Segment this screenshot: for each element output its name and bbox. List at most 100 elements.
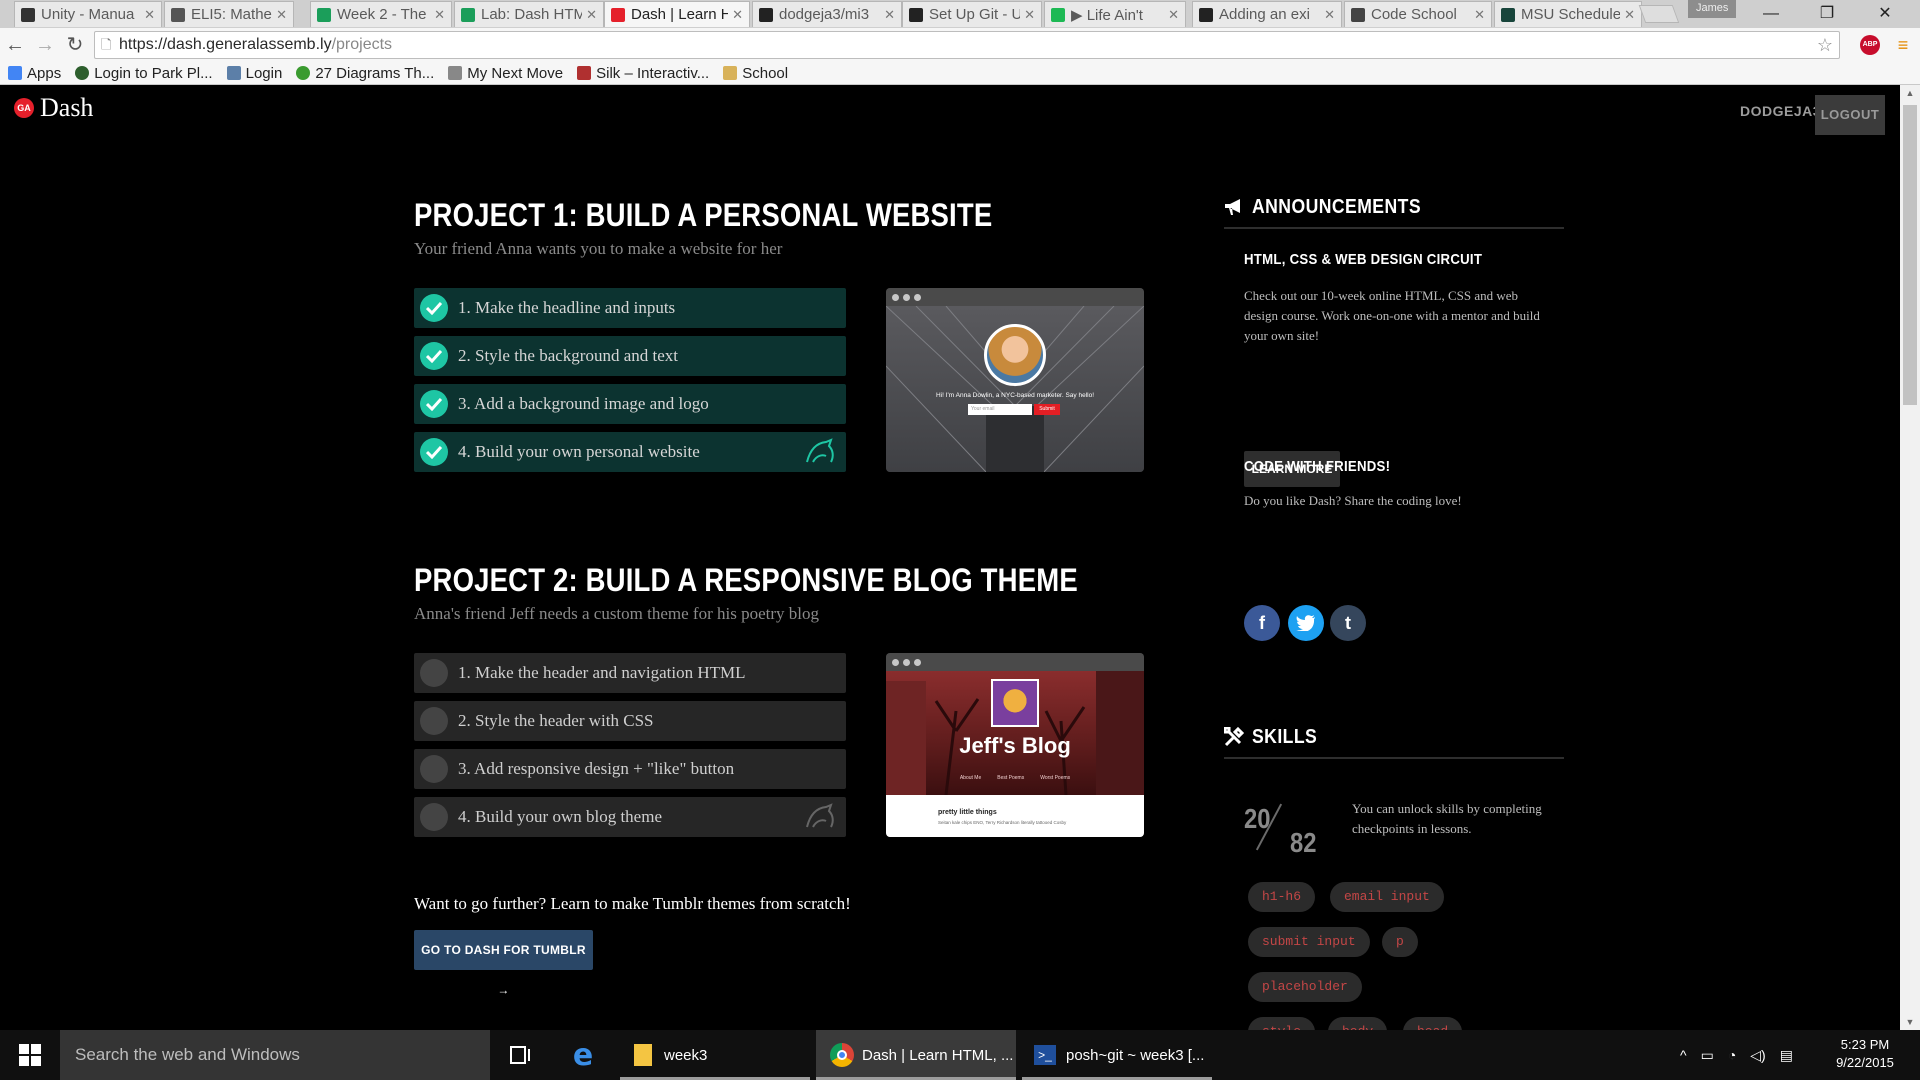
browser-tab[interactable]: dodgeja3/mi3 ✕ [752, 1, 902, 27]
close-icon[interactable]: ✕ [586, 7, 597, 23]
browser-tab-active[interactable]: Dash | Learn H ✕ [604, 1, 750, 27]
project-step[interactable]: 2. Style the background and text [414, 336, 846, 376]
bookmark-favicon [226, 66, 241, 80]
page-info-icon[interactable]: 🗋 [101, 32, 111, 58]
skill-pill[interactable]: p [1382, 927, 1418, 957]
task-view-icon[interactable] [500, 1030, 542, 1080]
bookmark-folder[interactable]: School [723, 65, 788, 82]
bookmark-item[interactable]: Silk – Interactiv... [577, 65, 709, 82]
tab-title: MSU Schedule [1521, 6, 1621, 23]
back-arrow-icon[interactable]: ← [4, 33, 26, 57]
tumblr-share-icon[interactable]: t [1330, 605, 1366, 641]
battery-icon[interactable]: ▭ [1701, 1047, 1714, 1064]
browser-tab[interactable]: ELI5: Mathem✕ [164, 1, 294, 27]
wifi-icon[interactable]: ◔ [1728, 1047, 1736, 1063]
preview-blog-title: Jeff's Blog [959, 733, 1071, 758]
bookmark-item[interactable]: Login [226, 65, 282, 82]
close-icon[interactable]: ✕ [1324, 7, 1335, 23]
browser-tab[interactable]: Code School ✕ [1344, 1, 1492, 27]
browser-tab[interactable]: ▶ Life Ain't ✕ [1044, 1, 1186, 27]
restore-icon[interactable]: ❐ [1804, 0, 1850, 28]
username-link[interactable]: DODGEJA3 [1740, 103, 1821, 119]
close-icon[interactable]: ✕ [732, 7, 743, 23]
browser-tab[interactable]: Lab: Dash HTM ✕ [454, 1, 604, 27]
close-icon[interactable]: ✕ [1474, 7, 1485, 23]
project-step[interactable]: 2. Style the header with CSS [414, 701, 846, 741]
skill-pill[interactable]: h1-h6 [1248, 882, 1316, 912]
bookmark-star-icon[interactable]: ☆ [1817, 32, 1833, 58]
bookmark-item[interactable]: My Next Move [448, 65, 563, 82]
skill-pill[interactable]: placeholder [1248, 972, 1362, 1002]
scroll-up-icon[interactable]: ▲ [1900, 85, 1920, 101]
skill-pill[interactable]: email input [1330, 882, 1444, 912]
skill-pill[interactable]: submit input [1248, 927, 1370, 957]
project-preview-personal-website[interactable]: Hi! I'm Anna Dowlin, a NYC-based markete… [886, 288, 1144, 472]
new-tab-button[interactable] [1638, 5, 1680, 23]
dash-logo[interactable]: GA Dash [14, 93, 93, 123]
browser-tab[interactable]: MSU Schedule ✕ [1494, 1, 1642, 27]
volume-icon[interactable]: ◁) [1750, 1047, 1765, 1064]
tools-icon [1224, 727, 1244, 747]
project-step[interactable]: 4. Build your own blog theme [414, 797, 846, 837]
project-step[interactable]: 3. Add responsive design + "like" button [414, 749, 846, 789]
skill-pill[interactable]: style [1248, 1017, 1316, 1030]
browser-tab[interactable]: Unity - Manua ✕ [14, 1, 162, 27]
chrome-menu-icon[interactable]: ≡ [1894, 35, 1912, 55]
checkmark-icon [420, 342, 448, 370]
close-icon[interactable]: ✕ [144, 7, 155, 23]
browser-tab[interactable]: Set Up Git - U ✕ [902, 1, 1042, 27]
close-icon[interactable]: ✕ [1624, 7, 1635, 23]
logout-button[interactable]: LOGOUT [1815, 95, 1885, 135]
reload-icon[interactable]: ↻ [64, 33, 86, 57]
tab-favicon [759, 7, 773, 22]
step-label: 1. Make the headline and inputs [458, 298, 676, 317]
windows-start-icon[interactable] [0, 1030, 60, 1080]
taskbar-item-explorer[interactable]: week3 [620, 1030, 810, 1080]
close-icon[interactable]: ✕ [884, 7, 895, 23]
close-icon[interactable]: ✕ [276, 7, 287, 23]
close-icon[interactable]: ✕ [1024, 7, 1035, 23]
scroll-down-icon[interactable]: ▼ [1900, 1014, 1920, 1030]
taskbar-search-input[interactable]: Search the web and Windows [60, 1030, 490, 1080]
tab-title: Week 2 - The [337, 6, 427, 23]
skill-pill[interactable]: body [1328, 1017, 1388, 1030]
project-step[interactable]: 1. Make the headline and inputs [414, 288, 846, 328]
taskbar-item-powershell[interactable]: >_ posh~git ~ week3 [... [1022, 1030, 1212, 1080]
facebook-share-icon[interactable]: f [1244, 605, 1280, 641]
project-preview-blog-theme[interactable]: Jeff's Blog About Me Best Poems Worst Po… [886, 653, 1144, 837]
notifications-icon[interactable]: ▤ [1780, 1047, 1793, 1064]
announcements-header: ANNOUNCEMENTS [1224, 187, 1564, 229]
bookmark-item[interactable]: Login to Park Pl... [75, 65, 213, 82]
empty-circle-icon [420, 707, 448, 735]
close-icon[interactable]: ✕ [1168, 7, 1179, 23]
edge-browser-icon[interactable]: e [562, 1030, 604, 1080]
skill-pill[interactable]: head [1403, 1017, 1463, 1030]
profile-button[interactable]: James [1688, 0, 1737, 18]
taskbar-clock[interactable]: 5:23 PM 9/22/2015 [1830, 1036, 1900, 1072]
page-scrollbar[interactable]: ▲ ▼ [1900, 85, 1920, 1030]
browser-tab[interactable]: Adding an exi ✕ [1192, 1, 1342, 27]
twitter-share-icon[interactable] [1288, 605, 1324, 641]
dash-for-tumblr-button[interactable]: GO TO DASH FOR TUMBLR → [414, 930, 593, 997]
skills-title: SKILLS [1252, 725, 1318, 748]
empty-circle-icon [420, 803, 448, 831]
scrollbar-thumb[interactable] [1903, 105, 1917, 405]
project-step[interactable]: 3. Add a background image and logo [414, 384, 846, 424]
minimize-icon[interactable]: — [1748, 0, 1794, 28]
bookmark-apps[interactable]: Apps [8, 65, 61, 82]
browser-tab[interactable]: Week 2 - The ✕ [310, 1, 452, 27]
show-hidden-icons-icon[interactable]: ^ [1680, 1047, 1687, 1063]
tab-title: Unity - Manua [41, 6, 135, 23]
bookmark-item[interactable]: 27 Diagrams Th... [296, 65, 434, 82]
announcements-title: ANNOUNCEMENTS [1252, 195, 1422, 218]
project-step[interactable]: 1. Make the header and navigation HTML [414, 653, 846, 693]
address-bar[interactable]: 🗋 https://dash.generalassemb.ly/projects… [94, 31, 1840, 59]
taskbar-item-chrome[interactable]: Dash | Learn HTML, ... [816, 1030, 1016, 1080]
forward-arrow-icon[interactable]: → [34, 33, 56, 57]
checkmark-icon [420, 294, 448, 322]
close-window-icon[interactable]: ✕ [1862, 0, 1908, 28]
bookmark-favicon [75, 66, 90, 80]
close-icon[interactable]: ✕ [434, 7, 445, 23]
project-step[interactable]: 4. Build your own personal website [414, 432, 846, 472]
adblock-icon[interactable]: ABP [1860, 35, 1880, 55]
